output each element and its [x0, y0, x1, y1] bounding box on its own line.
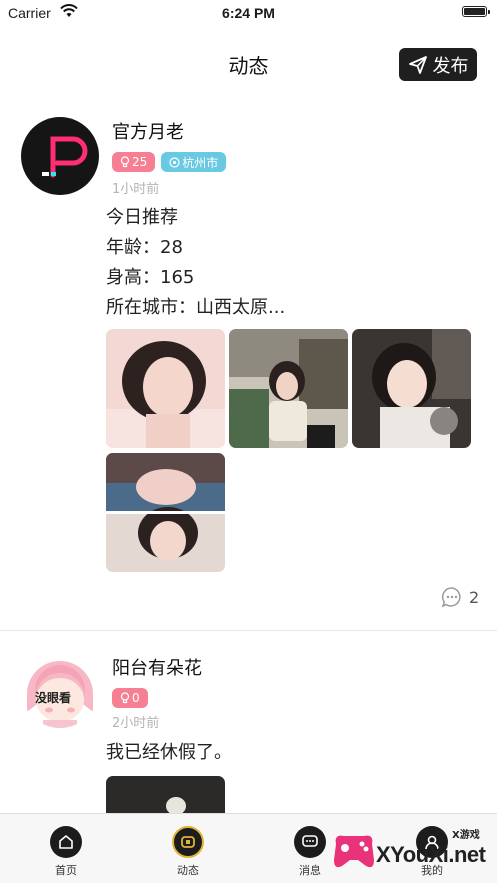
publish-button[interactable]: 发布 — [399, 48, 477, 81]
post-time: 2小时前 — [112, 716, 160, 731]
username[interactable]: 官方月老 — [112, 118, 184, 144]
status-bar: Carrier 6:24 PM — [0, 0, 497, 26]
city-label: 杭州市 — [182, 155, 219, 170]
watermark: X游戏 XYouXi.net — [328, 824, 493, 880]
comment-icon — [441, 587, 461, 608]
post-photo[interactable] — [352, 329, 471, 448]
post-photo[interactable] — [229, 329, 348, 448]
bulb-icon — [120, 692, 130, 704]
likes-count: 25 — [132, 155, 148, 169]
feed-list[interactable]: 官方月老 25 杭州市 1小时前 今日推荐 年龄：28 身高：165 所在城市：… — [0, 100, 497, 813]
publish-label: 发布 — [432, 55, 469, 77]
send-icon — [408, 55, 427, 74]
bulb-icon — [120, 156, 130, 168]
feed-post: 官方月老 25 杭州市 1小时前 今日推荐 年龄：28 身高：165 所在城市：… — [0, 100, 497, 631]
comment-button[interactable]: 2 — [441, 586, 479, 608]
tab-feed[interactable]: 动态 — [153, 814, 223, 884]
battery-icon — [462, 6, 490, 17]
message-icon — [294, 826, 326, 858]
avatar[interactable]: 没眼看 — [21, 650, 99, 728]
location-icon — [169, 156, 180, 168]
post-line: 身高：165 — [106, 267, 195, 288]
tab-home[interactable]: 首页 — [31, 814, 101, 884]
post-line: 我已经休假了。 — [106, 742, 232, 763]
watermark-text: XYouXi.net — [376, 842, 486, 867]
tag-row: 25 杭州市 — [112, 152, 227, 172]
feed-icon — [172, 826, 204, 858]
post-line: 所在城市：山西太原... — [106, 297, 286, 318]
watermark-small-text: X游戏 — [452, 830, 480, 841]
likes-count: 0 — [132, 691, 140, 705]
avatar[interactable] — [21, 117, 99, 195]
post-line: 今日推荐 — [106, 207, 178, 228]
tag-row: 0 — [112, 688, 148, 708]
post-line: 年龄：28 — [106, 237, 183, 258]
comment-count: 2 — [469, 587, 480, 607]
feed-post: 没眼看 阳台有朵花 0 2小时前 我已经休假了。 — [0, 631, 497, 813]
post-content: 我已经休假了。 — [106, 738, 232, 768]
post-photo[interactable] — [106, 453, 225, 572]
clock: 6:24 PM — [222, 5, 275, 21]
nav-bar: 动态 发布 — [0, 36, 497, 92]
city-badge: 杭州市 — [161, 152, 227, 172]
tab-label: 动态 — [177, 864, 199, 877]
home-icon — [50, 826, 82, 858]
post-photo[interactable] — [106, 329, 225, 448]
post-content: 今日推荐 年龄：28 身高：165 所在城市：山西太原... — [106, 203, 285, 323]
post-photo[interactable] — [106, 776, 225, 813]
likes-badge: 0 — [112, 688, 148, 708]
tab-label: 首页 — [55, 864, 77, 877]
avatar-caption: 没眼看 — [35, 691, 72, 705]
post-time: 1小时前 — [112, 182, 160, 197]
username[interactable]: 阳台有朵花 — [112, 654, 202, 680]
likes-badge: 25 — [112, 152, 156, 172]
gamepad-logo-icon — [334, 835, 374, 868]
